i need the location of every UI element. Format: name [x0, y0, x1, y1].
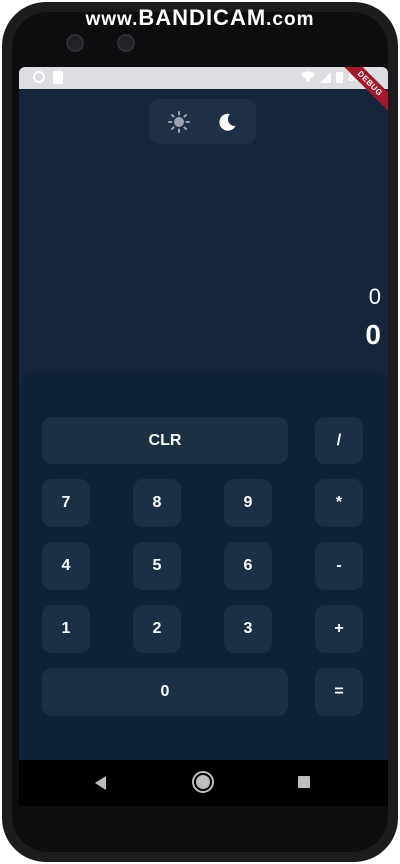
watermark-suffix: .com: [266, 9, 315, 30]
app-screen: 8:27 DEBUG: [19, 67, 388, 760]
watermark-brand: BANDICAM: [138, 5, 267, 30]
recent-apps-icon[interactable]: [298, 776, 310, 788]
digit-5-button[interactable]: 5: [133, 542, 181, 590]
plus-button[interactable]: +: [315, 605, 363, 653]
expression-text: 0: [368, 284, 381, 309]
sd-card-icon: [53, 71, 63, 84]
recording-watermark: www.BANDICAM.com: [0, 5, 400, 31]
digit-8-button[interactable]: 8: [133, 479, 181, 527]
status-bar: 8:27: [19, 67, 388, 89]
notification-icon: [33, 71, 45, 83]
digit-1-button[interactable]: 1: [42, 605, 90, 653]
android-nav-bar: [19, 760, 388, 806]
digit-0-button[interactable]: 0: [42, 668, 288, 716]
divide-button[interactable]: /: [315, 417, 363, 464]
digit-3-button[interactable]: 3: [224, 605, 272, 653]
wifi-icon: [300, 71, 315, 82]
signal-icon: [319, 71, 331, 83]
watermark-prefix: www.: [85, 9, 139, 30]
home-icon[interactable]: [194, 773, 212, 791]
digit-6-button[interactable]: 6: [224, 542, 272, 590]
calculator-display: 0 0: [19, 89, 388, 373]
digit-9-button[interactable]: 9: [224, 479, 272, 527]
digit-7-button[interactable]: 7: [42, 479, 90, 527]
front-sensor-icon: [117, 34, 135, 52]
keypad: CLR / 7 8 9 * 4 5 6 - 1 2 3 + 0 =: [19, 372, 388, 760]
front-camera-icon: [66, 34, 84, 52]
result-text: 0: [365, 319, 381, 350]
clear-button[interactable]: CLR: [42, 417, 288, 464]
multiply-button[interactable]: *: [315, 479, 363, 527]
battery-icon: [335, 72, 343, 83]
equals-button[interactable]: =: [315, 668, 363, 716]
back-icon[interactable]: [95, 776, 106, 790]
digit-2-button[interactable]: 2: [133, 605, 181, 653]
digit-4-button[interactable]: 4: [42, 542, 90, 590]
minus-button[interactable]: -: [315, 542, 363, 590]
